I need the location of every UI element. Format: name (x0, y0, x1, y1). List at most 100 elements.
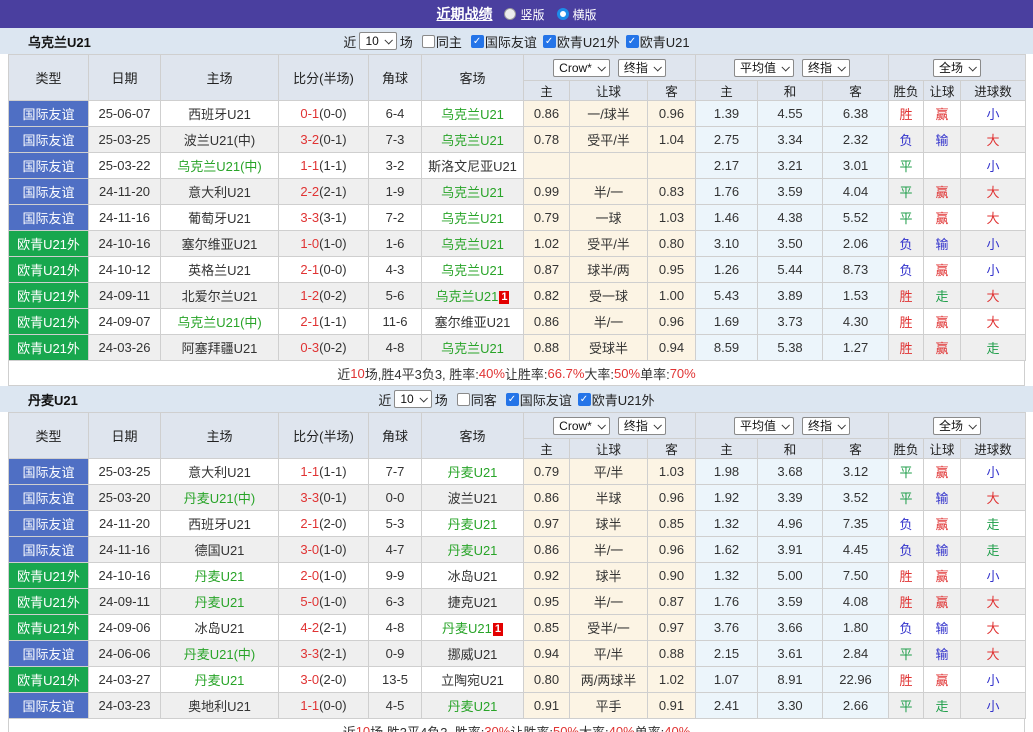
full-time-score: 3-3 (300, 490, 320, 505)
outcome-cell: 负 (888, 230, 925, 257)
avg-draw-odds-cell: 3.73 (757, 308, 824, 335)
outcome-text: 负 (899, 621, 913, 636)
goals-result-cell: 小 (960, 692, 1027, 719)
handicap-result-cell: 赢 (923, 100, 962, 127)
date-cell: 24-03-27 (88, 666, 161, 693)
goals-result-cell: 小 (960, 666, 1027, 693)
home-team-cell: 意大利U21 (160, 458, 279, 485)
home-team-name: 乌克兰U21(中) (177, 159, 262, 174)
avg-away-odds-cell: 7.50 (822, 562, 890, 589)
league-filter[interactable]: 欧青U21 (625, 32, 690, 51)
home-team-name: 意大利U21 (188, 185, 251, 200)
final-odds-select[interactable]: 终指 (617, 58, 666, 77)
match-row: 欧青U21外 24-10-16 丹麦U21 2-0(1-0) 9-9 冰岛U21 0.92 球… (8, 562, 1027, 589)
home-team-name: 波兰U21(中) (183, 133, 256, 148)
home-team-name: 冰岛U21 (194, 621, 245, 636)
goals-result-text: 小 (986, 673, 1000, 688)
avg-home-odds-cell: 1.07 (695, 666, 759, 693)
full-time-score: 3-3 (300, 210, 320, 225)
outcome-text: 平 (899, 211, 913, 226)
company-select[interactable]: Crow* (553, 58, 610, 77)
league-filter[interactable]: 国际友谊 (470, 32, 537, 51)
home-team-cell: 塞尔维亚U21 (160, 230, 279, 257)
goals-result-cell: 大 (960, 614, 1027, 641)
date-cell: 25-03-20 (88, 484, 161, 511)
home-team-cell: 乌克兰U21(中) (160, 308, 279, 335)
home-team-name: 西班牙U21 (188, 517, 251, 532)
subcol-outcome: 胜负 (888, 80, 925, 101)
half-time-score: (0-1) (319, 132, 347, 147)
summary-segment: 70% (669, 365, 696, 381)
home-team-name: 丹麦U21 (194, 595, 245, 610)
handicap-away-odds-cell: 0.96 (646, 536, 697, 563)
handicap-result-text: 赢 (935, 315, 949, 330)
select-value: 终指 (623, 419, 648, 433)
match-count-select[interactable]: 10 (359, 32, 397, 50)
away-team-cell: 斯洛文尼亚U21 (421, 152, 524, 179)
radio-checked-icon[interactable] (556, 8, 569, 20)
half-time-score: (0-2) (319, 340, 347, 355)
summary-segment: 大率: (579, 724, 609, 732)
handicap-line-cell: 受半/一 (569, 614, 648, 641)
half-time-score: (0-0) (319, 106, 347, 121)
same-venue-filter[interactable]: 同客 (456, 390, 497, 409)
horizontal-layout-option[interactable]: 横版 (556, 6, 597, 23)
goals-result-text: 走 (986, 341, 1000, 356)
away-team-name: 乌克兰U21 (441, 107, 504, 122)
goals-result-cell: 走 (960, 334, 1027, 361)
col-header-score: 比分(半场) (278, 412, 369, 459)
final-odds-select[interactable]: 终指 (617, 416, 666, 435)
final-odds-select[interactable]: 终指 (802, 58, 851, 77)
league-filter[interactable]: 欧青U21外 (542, 32, 620, 51)
goals-result-text: 大 (986, 315, 1000, 330)
subcol-avg-draw: 和 (757, 438, 824, 459)
league-filter[interactable]: 国际友谊 (505, 390, 572, 409)
score-cell: 1-1(0-0) (278, 692, 369, 719)
league-type-cell: 国际友谊 (8, 484, 89, 511)
full-match-select[interactable]: 全场 (933, 416, 982, 435)
handicap-home-odds-cell: 0.86 (523, 308, 570, 335)
handicap-away-odds-cell: 1.00 (646, 282, 697, 309)
chevron-down-icon (968, 420, 978, 430)
handicap-away-odds-cell: 1.03 (646, 204, 697, 231)
outcome-text: 胜 (899, 341, 913, 356)
subcol-goals-result: 进球数 (960, 438, 1027, 459)
league-type-cell: 国际友谊 (8, 152, 89, 179)
league-filter-label: 国际友谊 (484, 34, 537, 50)
full-time-score: 2-1 (300, 314, 320, 329)
average-select[interactable]: 平均值 (734, 58, 795, 77)
outcome-text: 平 (899, 159, 913, 174)
final-odds-select[interactable]: 终指 (802, 416, 851, 435)
away-team-name: 捷克U21 (447, 595, 498, 610)
league-type-cell: 欧青U21外 (8, 588, 89, 615)
match-row: 欧青U21外 24-03-26 阿塞拜疆U21 0-3(0-2) 4-8 乌克兰U21 0.… (8, 334, 1027, 361)
goals-result-cell: 大 (960, 308, 1027, 335)
half-time-score: (0-2) (319, 288, 347, 303)
result-group: 全场 (888, 412, 1027, 439)
goals-result-text: 大 (986, 185, 1000, 200)
half-time-score: (1-1) (319, 158, 347, 173)
avg-draw-odds-cell: 3.39 (757, 484, 824, 511)
handicap-result-text: 赢 (935, 211, 949, 226)
handicap-result-cell (923, 152, 962, 179)
radio-unchecked-icon[interactable] (504, 8, 517, 20)
match-count-select[interactable]: 10 (394, 390, 432, 408)
league-filter[interactable]: 欧青U21外 (577, 390, 655, 409)
corners-cell: 4-7 (368, 536, 422, 563)
subcol-handicap-result: 让球 (923, 438, 962, 459)
outcome-cell: 负 (888, 614, 925, 641)
half-time-score: (2-1) (319, 184, 347, 199)
full-match-select[interactable]: 全场 (933, 58, 982, 77)
goals-result-text: 大 (986, 133, 1000, 148)
full-time-score: 1-1 (300, 158, 320, 173)
half-time-score: (3-1) (319, 210, 347, 225)
corners-cell: 6-4 (368, 100, 422, 127)
avg-away-odds-cell: 1.80 (822, 614, 890, 641)
outcome-text: 平 (899, 647, 913, 662)
average-select[interactable]: 平均值 (734, 416, 795, 435)
same-venue-filter[interactable]: 同主 (421, 32, 462, 51)
full-time-score: 3-0 (300, 542, 320, 557)
summary-row: 近 10 场,胜3平4负3, 胜率: 30% 让胜率: 50% 大率: 40% 单率: 40… (8, 719, 1025, 732)
company-select[interactable]: Crow* (553, 416, 610, 435)
vertical-layout-option[interactable]: 竖版 (504, 6, 545, 23)
